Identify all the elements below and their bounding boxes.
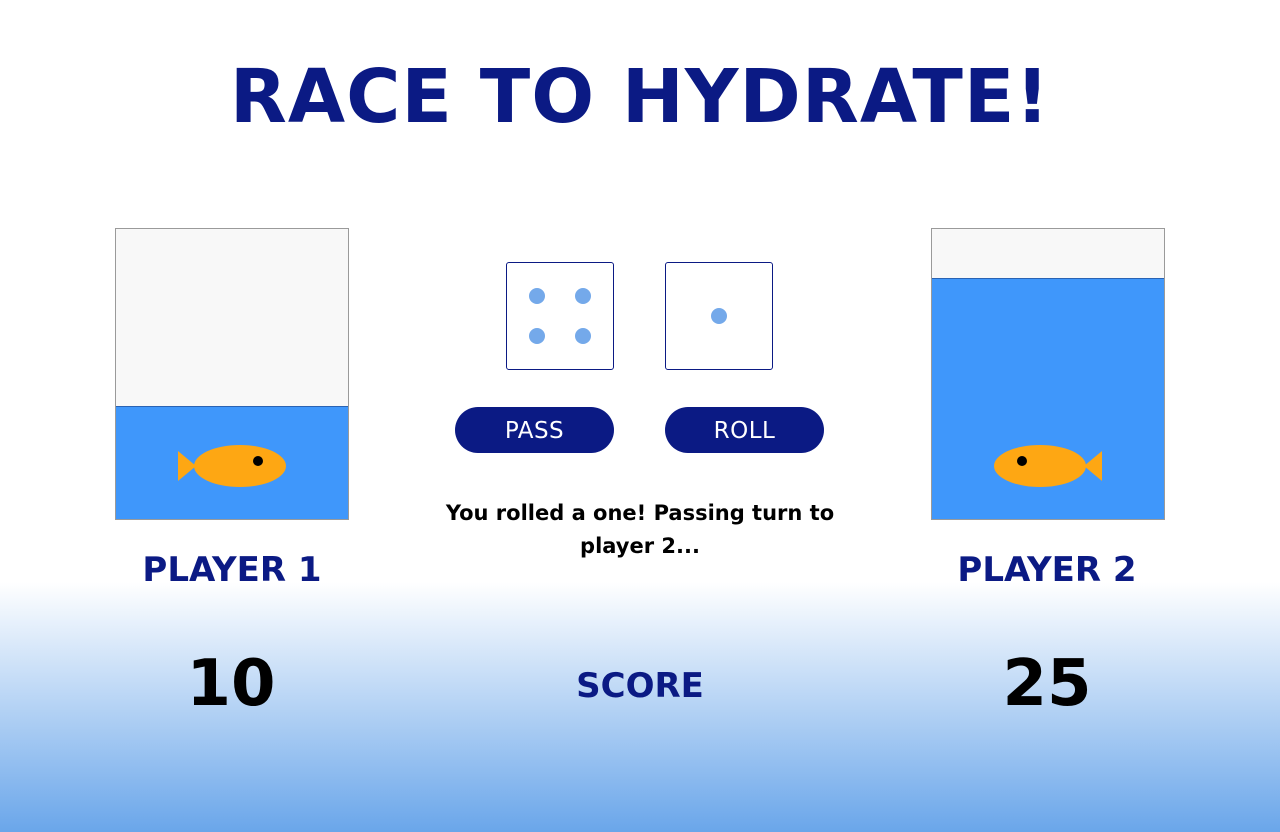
- player-1-water: [116, 406, 348, 519]
- score-label: SCORE: [576, 666, 704, 706]
- player-1-score: 10: [186, 647, 276, 721]
- player-2-label: PLAYER 2: [957, 550, 1137, 590]
- die-2: [665, 262, 773, 370]
- die-pip: [711, 308, 727, 324]
- fish-icon: [178, 445, 286, 487]
- die-pip: [528, 328, 545, 345]
- die-pip: [575, 328, 592, 345]
- pass-button[interactable]: PASS: [455, 407, 614, 453]
- die-1: [506, 262, 614, 370]
- player-2-score: 25: [1002, 647, 1092, 721]
- fish-icon: [994, 445, 1102, 487]
- player-1-tank: [115, 228, 349, 520]
- player-1-label: PLAYER 1: [142, 550, 322, 590]
- player-2-water: [932, 277, 1164, 519]
- player-2-tank: [931, 228, 1165, 520]
- page-title: RACE TO HYDRATE!: [229, 54, 1051, 140]
- status-message: You rolled a one! Passing turn to player…: [445, 501, 835, 558]
- die-pip: [528, 287, 545, 304]
- die-pip: [575, 287, 592, 304]
- roll-button[interactable]: ROLL: [665, 407, 824, 453]
